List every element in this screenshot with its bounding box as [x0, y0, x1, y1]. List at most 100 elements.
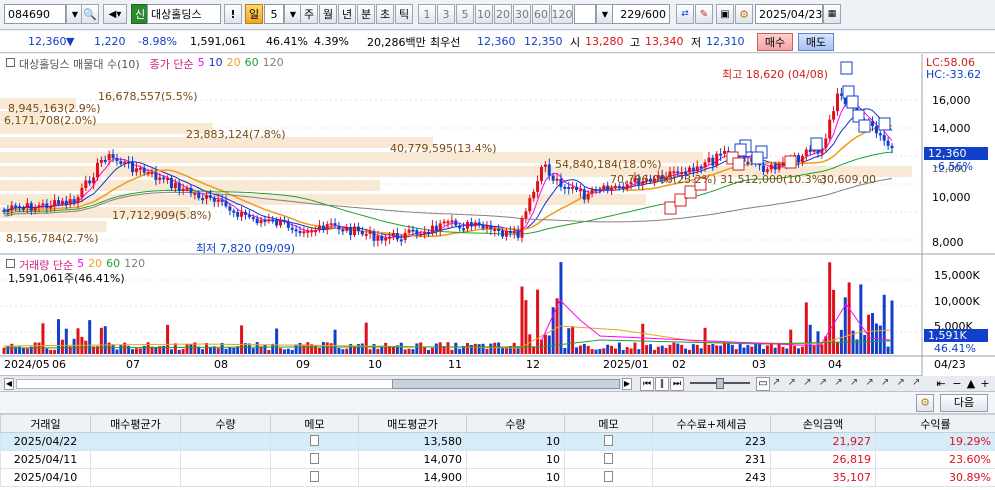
candle: [711, 157, 715, 166]
minus-button[interactable]: −: [950, 377, 964, 391]
first-button[interactable]: ⏮: [640, 377, 654, 391]
candle: [138, 167, 142, 170]
interval-custom-field[interactable]: [574, 4, 596, 24]
interval-10-button[interactable]: 10: [475, 4, 493, 24]
search-button[interactable]: 🔍: [81, 4, 99, 24]
memo-icon[interactable]: [604, 434, 613, 446]
chevron-down-icon: ▼: [71, 9, 79, 19]
col-header[interactable]: 메모: [564, 414, 653, 433]
sell-memo[interactable]: [564, 450, 653, 469]
sell-signal-icon: [840, 61, 853, 75]
draw-tool-button[interactable]: ✎: [695, 4, 713, 24]
period-day-button[interactable]: 일: [245, 4, 263, 24]
candle: [419, 233, 423, 236]
table-row[interactable]: 2025/04/11 14,070 10 231 26,819 23.60%: [0, 450, 995, 469]
period-minute-button[interactable]: 분: [357, 4, 375, 24]
interval-1-button[interactable]: 1: [418, 4, 436, 24]
memo-icon[interactable]: [310, 470, 319, 482]
sell-button[interactable]: 매도: [798, 33, 834, 51]
interval-60-button[interactable]: 60: [532, 4, 550, 24]
date-field[interactable]: 2025/04/23: [755, 4, 823, 24]
table-settings-button[interactable]: ⚙: [916, 394, 934, 412]
volume-bar: [621, 349, 625, 354]
best-ask: 12,360: [477, 35, 516, 48]
candle: [232, 210, 236, 213]
up-button[interactable]: ▲: [964, 377, 978, 391]
interval-120-button[interactable]: 120: [551, 4, 573, 24]
buy-memo[interactable]: [270, 468, 359, 487]
scroll-right-button[interactable]: ▶: [622, 378, 632, 390]
col-header[interactable]: 메모: [270, 414, 359, 433]
buy-button[interactable]: 매수: [757, 33, 793, 51]
col-header[interactable]: 수수료+제세금: [652, 414, 771, 433]
candle: [88, 180, 92, 184]
col-header[interactable]: 손익금액: [770, 414, 876, 433]
sell-memo[interactable]: [564, 432, 653, 451]
down-arrow-icon: ▼: [66, 35, 75, 48]
candle: [703, 162, 707, 168]
stock-code-input[interactable]: 084690: [4, 4, 66, 24]
profile-label: 31,512,000(10.3%): [720, 173, 827, 186]
scroll-left-button[interactable]: ◀: [4, 378, 14, 390]
period-number-field[interactable]: 5: [264, 4, 284, 24]
chart-area[interactable]: 대상홀딩스 매물대 수(10) 종가 단순 5 10 20 60 120 LC:…: [0, 54, 995, 376]
period-second-button[interactable]: 초: [376, 4, 394, 24]
period-year-button[interactable]: 년: [338, 4, 356, 24]
candle: [450, 220, 454, 223]
memo-icon[interactable]: [310, 452, 319, 464]
col-header[interactable]: 수익률: [875, 414, 995, 433]
alert-button[interactable]: !: [224, 4, 242, 24]
volume-bar: [528, 334, 532, 354]
period-tick-button[interactable]: 틱: [395, 4, 413, 24]
sell-memo[interactable]: [564, 468, 653, 487]
arrows-button[interactable]: ⇄: [676, 4, 694, 24]
memo-icon[interactable]: [604, 452, 613, 464]
interval-30-button[interactable]: 30: [513, 4, 531, 24]
plus-button[interactable]: +: [978, 377, 992, 391]
speaker-button[interactable]: ◀▾: [103, 4, 127, 24]
interval-3-button[interactable]: 3: [437, 4, 455, 24]
candle: [49, 206, 53, 209]
save-button[interactable]: ▣: [716, 4, 734, 24]
col-header[interactable]: 매수평균가: [90, 414, 181, 433]
table-row[interactable]: 2025/04/22 13,580 10 223 21,927 19.29%: [0, 432, 995, 451]
buy-memo[interactable]: [270, 432, 359, 451]
candle: [520, 218, 524, 238]
profile-label: 54,840,184(18.0%): [555, 158, 662, 171]
buy-memo[interactable]: [270, 450, 359, 469]
volume-bar: [255, 342, 259, 354]
memo-icon[interactable]: [310, 434, 319, 446]
zoom-fit-button[interactable]: ▭: [756, 377, 770, 391]
collapse-button[interactable]: ⇤: [934, 377, 948, 391]
interval-5-button[interactable]: 5: [456, 4, 474, 24]
table-row[interactable]: 2025/04/10 14,900 10 243 35,107 30.89%: [0, 468, 995, 487]
bar-count-field[interactable]: 229/600: [612, 4, 670, 24]
legend-checkbox[interactable]: [6, 58, 15, 67]
col-header[interactable]: 거래일: [0, 414, 91, 433]
last-button[interactable]: ⏭: [670, 377, 684, 391]
scroll-thumb[interactable]: [392, 379, 620, 389]
pause-button[interactable]: ‖: [655, 377, 669, 391]
volume-bar: [232, 347, 236, 354]
candle: [185, 187, 189, 190]
calendar-button[interactable]: ▦: [823, 4, 841, 24]
col-header[interactable]: 매도평균가: [358, 414, 467, 433]
memo-icon[interactable]: [604, 470, 613, 482]
volume-bar: [189, 344, 193, 354]
period-week-button[interactable]: 주: [300, 4, 318, 24]
volume-bar: [567, 328, 571, 354]
col-header[interactable]: 수량: [466, 414, 565, 433]
settings-button[interactable]: ⚙: [735, 4, 753, 24]
drawing-tools[interactable]: ↗ ↗ ↗ ↗ ↗ ↗ ↗ ↗ ↗ ↗: [772, 377, 922, 391]
interval-20-button[interactable]: 20: [494, 4, 512, 24]
zoom-slider-thumb[interactable]: [716, 378, 724, 389]
volume-bar: [750, 346, 754, 354]
next-button[interactable]: 다음: [940, 394, 988, 412]
candle: [279, 220, 283, 226]
stock-name-field[interactable]: 대상홀딩스: [147, 4, 221, 24]
candle: [824, 138, 828, 148]
period-month-button[interactable]: 월: [319, 4, 337, 24]
volume-checkbox[interactable]: [6, 259, 15, 268]
col-header[interactable]: 수량: [180, 414, 271, 433]
candle: [53, 200, 57, 207]
